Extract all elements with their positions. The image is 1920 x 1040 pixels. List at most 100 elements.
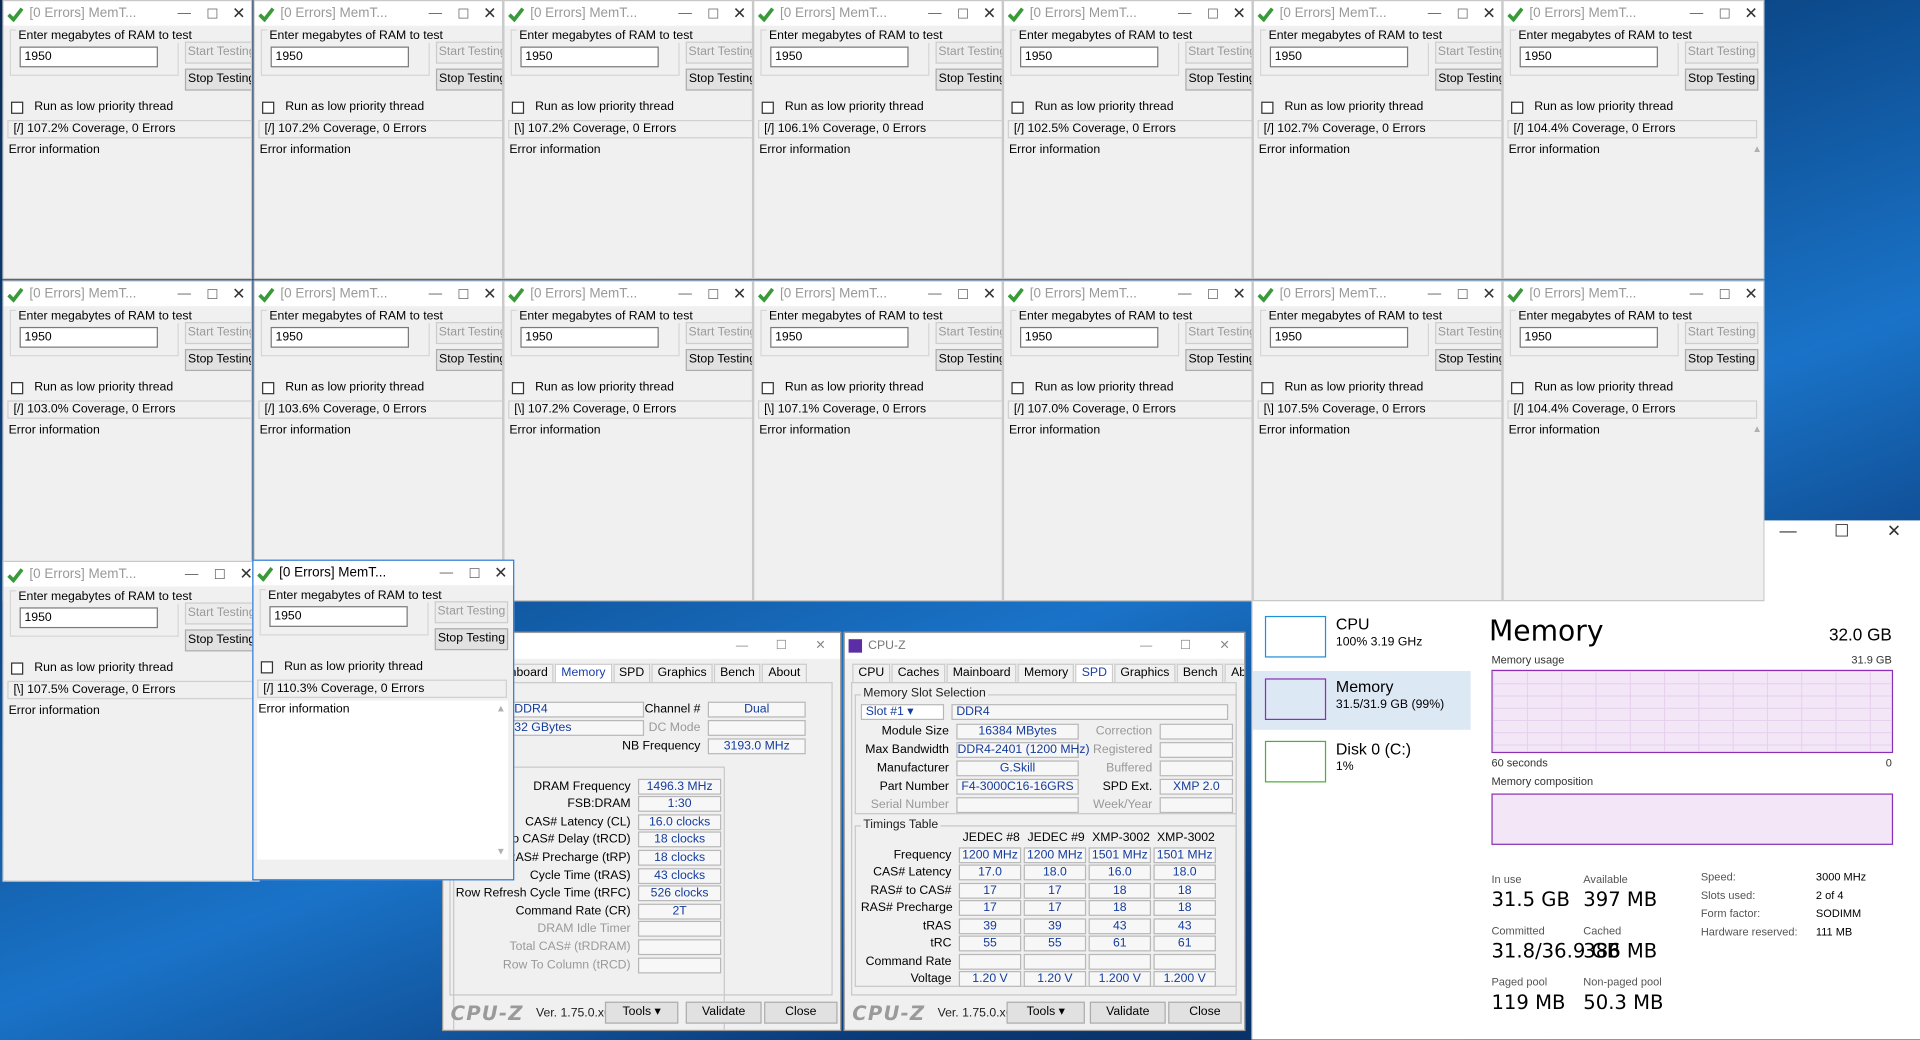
validate-button[interactable]: Validate <box>685 1001 762 1024</box>
close-icon[interactable]: ✕ <box>227 284 251 304</box>
minimize-icon[interactable]: — <box>170 287 198 302</box>
minimize-icon[interactable]: — <box>921 6 949 21</box>
scrollbar[interactable]: ▲▼ <box>493 700 508 859</box>
close-icon[interactable]: ✕ <box>977 284 1001 304</box>
minimize-icon[interactable]: — <box>421 287 449 302</box>
low-priority-checkbox[interactable]: Run as low priority thread <box>260 660 423 673</box>
close-icon[interactable]: ✕ <box>478 284 502 304</box>
checkbox-box[interactable] <box>11 101 24 114</box>
maximize-icon[interactable]: ☐ <box>1166 639 1205 652</box>
low-priority-checkbox[interactable]: Run as low priority thread <box>761 381 924 394</box>
tab-caches[interactable]: Caches <box>891 663 946 683</box>
ram-input[interactable]: 1950 <box>770 326 909 348</box>
stop-testing-button[interactable]: Stop Testing <box>685 348 752 372</box>
start-testing-button[interactable]: Start Testing <box>184 41 252 64</box>
maximize-icon[interactable]: ☐ <box>1834 520 1849 547</box>
stop-testing-button[interactable]: Stop Testing <box>1435 68 1502 91</box>
close-icon[interactable]: ✕ <box>1227 284 1251 304</box>
stop-testing-button[interactable]: Stop Testing <box>184 629 259 652</box>
error-information-box[interactable]: Error information ▲▼ <box>1507 421 1764 601</box>
tab-bench[interactable]: Bench <box>713 663 761 683</box>
stop-testing-button[interactable]: Stop Testing <box>1684 348 1759 372</box>
stop-testing-button[interactable]: Stop Testing <box>1185 348 1252 372</box>
title-bar[interactable]: [0 Errors] MemT... — ☐ ✕ <box>3 1 252 26</box>
minimize-icon[interactable]: — <box>421 6 449 21</box>
stop-testing-button[interactable]: Stop Testing <box>1435 348 1502 372</box>
minimize-icon[interactable]: — <box>1682 287 1710 302</box>
low-priority-checkbox[interactable]: Run as low priority thread <box>11 100 173 114</box>
memtest-window[interactable]: [0 Errors] MemT... — ☐ ✕ Enter megabytes of … <box>253 280 504 602</box>
ram-input[interactable]: 1950 <box>520 46 659 68</box>
tab-memory[interactable]: Memory <box>1017 663 1075 683</box>
maximize-icon[interactable]: ☐ <box>449 6 477 22</box>
tab-about[interactable]: About <box>1224 663 1245 683</box>
close-icon[interactable]: ✕ <box>1477 4 1501 24</box>
low-priority-checkbox[interactable]: Run as low priority thread <box>1511 381 1673 394</box>
tab-graphics[interactable]: Graphics <box>651 663 713 683</box>
close-icon[interactable]: ✕ <box>227 4 251 24</box>
start-testing-button[interactable]: Start Testing <box>435 41 503 64</box>
maximize-icon[interactable]: ☐ <box>1711 6 1739 22</box>
error-information-box[interactable]: Error information <box>7 701 259 881</box>
start-testing-button[interactable]: Start Testing <box>435 322 503 345</box>
maximize-icon[interactable]: ☐ <box>198 286 226 302</box>
close-button[interactable]: Close <box>764 1001 838 1024</box>
minimize-icon[interactable]: — <box>921 287 949 302</box>
memtest-window[interactable]: [0 Errors] MemT... — ☐ ✕ Enter megabytes of … <box>1502 280 1765 602</box>
title-bar[interactable]: [0 Errors] MemT... — ☐ ✕ <box>253 560 514 586</box>
maximize-icon[interactable]: ☐ <box>460 565 488 581</box>
sidebar-item-cpu[interactable]: CPU 100% 3.19 GHz <box>1253 609 1471 668</box>
tab-cpu[interactable]: CPU <box>852 663 891 683</box>
checkbox-box[interactable] <box>262 381 275 394</box>
start-testing-button[interactable]: Start Testing <box>1185 41 1252 64</box>
low-priority-checkbox[interactable]: Run as low priority thread <box>1261 381 1423 394</box>
minimize-icon[interactable]: — <box>1127 639 1166 652</box>
start-testing-button[interactable]: Start Testing <box>184 322 252 345</box>
memtest-window[interactable]: [0 Errors] MemT... — ☐ ✕ Enter megabytes of … <box>1252 280 1503 602</box>
title-bar[interactable]: [0 Errors] MemT... — ☐ ✕ <box>1503 281 1764 307</box>
close-icon[interactable]: ✕ <box>1227 4 1251 24</box>
checkbox-box[interactable] <box>511 381 525 394</box>
checkbox-box[interactable] <box>761 381 774 394</box>
close-icon[interactable]: ✕ <box>1887 520 1901 547</box>
stop-testing-button[interactable]: Stop Testing <box>435 348 503 372</box>
error-information-box[interactable]: Error information <box>1007 421 1252 601</box>
sidebar-item-disk[interactable]: Disk 0 (C:) 1% <box>1253 733 1471 792</box>
tab-mainboard[interactable]: Mainboard <box>946 663 1017 683</box>
close-icon[interactable]: ✕ <box>727 284 751 304</box>
memtest-window[interactable]: [0 Errors] MemT... — ☐ ✕ Enter megabytes of … <box>252 559 515 881</box>
close-icon[interactable]: ✕ <box>1205 639 1244 652</box>
close-icon[interactable]: ✕ <box>1739 4 1763 24</box>
memtest-window[interactable]: [0 Errors] MemT... — ☐ ✕ Enter megabytes of … <box>503 280 754 602</box>
minimize-icon[interactable]: — <box>170 6 198 21</box>
checkbox-box[interactable] <box>1261 101 1274 114</box>
maximize-icon[interactable]: ☐ <box>949 6 977 22</box>
low-priority-checkbox[interactable]: Run as low priority thread <box>761 100 924 114</box>
stop-testing-button[interactable]: Stop Testing <box>935 68 1002 91</box>
minimize-icon[interactable]: — <box>1780 520 1797 547</box>
maximize-icon[interactable]: ☐ <box>762 639 801 652</box>
checkbox-box[interactable] <box>511 101 525 114</box>
ram-input[interactable]: 1950 <box>1519 326 1658 348</box>
error-information-box[interactable]: Error information ▲▼ <box>257 700 509 860</box>
title-bar[interactable]: [0 Errors] MemT... — ☐ ✕ <box>3 562 259 587</box>
memtest-window[interactable]: [0 Errors] MemT... — ☐ ✕ Enter megabytes of … <box>2 0 253 280</box>
checkbox-box[interactable] <box>262 101 275 114</box>
error-information-box[interactable]: Error information <box>508 140 752 278</box>
ram-input[interactable]: 1950 <box>1020 46 1159 68</box>
start-testing-button[interactable]: Start Testing <box>1435 41 1502 64</box>
low-priority-checkbox[interactable]: Run as low priority thread <box>511 381 674 394</box>
stop-testing-button[interactable]: Stop Testing <box>1684 68 1759 91</box>
title-bar[interactable]: [0 Errors] MemT... — ☐ ✕ <box>754 281 1002 307</box>
tab-bench[interactable]: Bench <box>1176 663 1224 683</box>
ram-input[interactable]: 1950 <box>269 606 408 627</box>
memtest-window[interactable]: [0 Errors] MemT... — ☐ ✕ Enter megabytes of … <box>2 560 260 882</box>
memtest-window[interactable]: [0 Errors] MemT... — ☐ ✕ Enter megabytes of … <box>503 0 754 280</box>
low-priority-checkbox[interactable]: Run as low priority thread <box>1011 381 1174 394</box>
title-bar[interactable]: [0 Errors] MemT... — ☐ ✕ <box>254 281 503 307</box>
memtest-window[interactable]: [0 Errors] MemT... — ☐ ✕ Enter megabytes of … <box>2 280 253 602</box>
start-testing-button[interactable]: Start Testing <box>1684 41 1759 64</box>
title-bar[interactable]: [0 Errors] MemT... — ☐ ✕ <box>504 1 752 26</box>
tab-spd[interactable]: SPD <box>612 663 651 683</box>
maximize-icon[interactable]: ☐ <box>699 6 727 22</box>
